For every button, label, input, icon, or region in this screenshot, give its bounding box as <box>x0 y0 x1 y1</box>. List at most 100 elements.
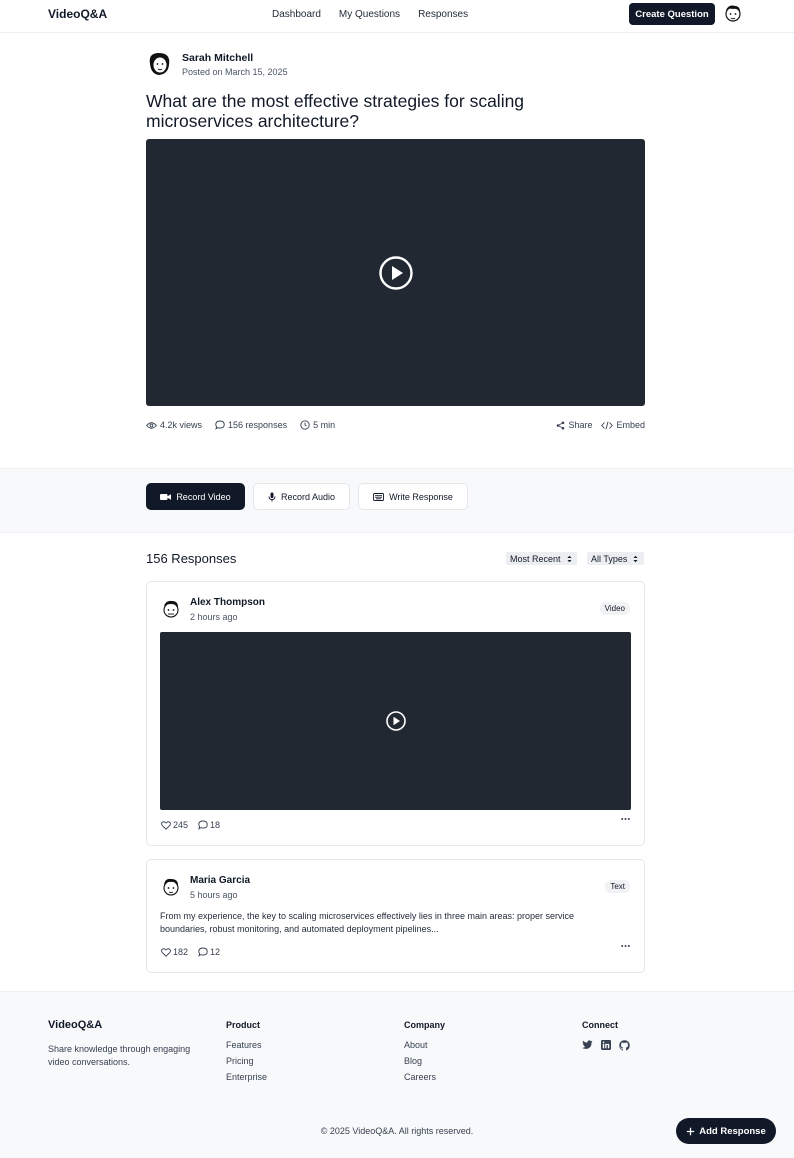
duration-stat: 5 min <box>300 420 335 430</box>
like-count: 245 <box>173 820 189 830</box>
footer-description: Share knowledge through engaging video c… <box>48 1044 191 1067</box>
comment-button[interactable]: 12 <box>198 947 220 957</box>
response-reactions: 182 12 <box>161 947 220 957</box>
record-video-button[interactable]: Record Video <box>146 483 245 510</box>
response-card: Maria Garcia 5 hours ago Text From my ex… <box>146 859 645 973</box>
create-question-button[interactable]: Create Question <box>629 3 715 25</box>
brand-logo[interactable]: VideoQ&A <box>48 7 107 21</box>
video-camera-icon <box>160 493 172 501</box>
responder-avatar[interactable] <box>161 875 181 899</box>
views-count: 4.2k views <box>160 420 203 430</box>
comment-button[interactable]: 18 <box>198 820 220 830</box>
heart-icon <box>161 947 171 957</box>
response-text: From my experience, the key to scaling m… <box>160 911 574 934</box>
sort-value: Most Recent <box>510 553 561 564</box>
footer-link-features[interactable]: Features <box>226 1040 267 1050</box>
responder-name[interactable]: Maria Garcia <box>190 875 250 886</box>
add-response-label: Add Response <box>699 1125 766 1137</box>
question-stats: 4.2k views 156 responses 5 min Share Emb… <box>146 420 645 430</box>
comment-count: 18 <box>210 820 221 830</box>
comment-icon <box>198 820 208 830</box>
response-type-badge: Video <box>599 602 630 615</box>
write-response-label: Write Response <box>389 491 453 502</box>
record-audio-label: Record Audio <box>280 491 336 502</box>
plus-icon <box>686 1127 695 1136</box>
record-video-label: Record Video <box>176 491 231 502</box>
author-avatar[interactable] <box>146 50 173 77</box>
main-nav: Dashboard My Questions Responses <box>272 9 468 20</box>
select-arrows-icon <box>567 555 572 563</box>
responses-heading: 156 Responses <box>146 551 237 566</box>
footer-company-column: Company About Blog Careers <box>404 1020 445 1088</box>
footer-brand[interactable]: VideoQ&A <box>48 1019 102 1031</box>
social-links <box>582 1040 630 1051</box>
footer-company-title: Company <box>404 1020 446 1030</box>
question-video-player[interactable] <box>146 139 645 406</box>
linkedin-icon[interactable] <box>601 1040 611 1051</box>
more-options-icon[interactable] <box>621 944 630 948</box>
share-icon <box>556 421 565 430</box>
responder-avatar[interactable] <box>161 597 181 621</box>
response-type-badge: Text <box>605 880 630 893</box>
type-filter-select[interactable]: All Types <box>587 552 644 565</box>
site-footer: VideoQ&A Share knowledge through engagin… <box>0 991 794 1158</box>
author-name[interactable]: Sarah Mitchell <box>182 52 288 64</box>
responses-stat: 156 responses <box>215 420 287 430</box>
question-title: What are the most effective strategies f… <box>146 91 525 131</box>
share-button[interactable]: Share <box>556 420 592 430</box>
response-card: Alex Thompson 2 hours ago Video 245 18 <box>146 581 645 846</box>
response-reactions: 245 18 <box>161 820 220 830</box>
footer-link-pricing[interactable]: Pricing <box>226 1056 267 1066</box>
keyboard-icon <box>373 492 385 501</box>
play-icon[interactable] <box>385 711 406 732</box>
nav-dashboard[interactable]: Dashboard <box>272 9 321 20</box>
response-time: 2 hours ago <box>190 612 238 622</box>
question-actions: Share Embed <box>556 420 645 430</box>
github-icon[interactable] <box>619 1040 630 1051</box>
response-time: 5 hours ago <box>190 890 238 900</box>
play-icon[interactable] <box>378 255 414 291</box>
write-response-button[interactable]: Write Response <box>358 483 468 510</box>
sort-select[interactable]: Most Recent <box>506 552 577 565</box>
nav-my-questions[interactable]: My Questions <box>339 9 400 20</box>
footer-connect-title: Connect <box>582 1020 618 1030</box>
like-button[interactable]: 245 <box>161 820 188 830</box>
select-arrows-icon <box>633 555 638 563</box>
question-author: Sarah Mitchell Posted on March 15, 2025 <box>146 50 288 77</box>
user-avatar[interactable] <box>723 3 743 25</box>
responses-count: 156 responses <box>228 420 288 430</box>
record-audio-button[interactable]: Record Audio <box>253 483 350 510</box>
embed-label: Embed <box>616 420 645 430</box>
duration-value: 5 min <box>313 420 336 430</box>
footer-link-enterprise[interactable]: Enterprise <box>226 1072 267 1082</box>
microphone-icon <box>268 492 276 502</box>
footer-link-about[interactable]: About <box>404 1040 445 1050</box>
comment-icon <box>215 420 225 430</box>
embed-button[interactable]: Embed <box>601 420 645 430</box>
footer-link-careers[interactable]: Careers <box>404 1072 445 1082</box>
footer-link-blog[interactable]: Blog <box>404 1056 445 1066</box>
footer-product-column: Product Features Pricing Enterprise <box>226 1020 267 1088</box>
copyright-text: © 2025 VideoQ&A. All rights reserved. <box>320 1126 474 1136</box>
top-navigation-bar: VideoQ&A Dashboard My Questions Response… <box>0 0 794 33</box>
comment-count: 12 <box>210 947 221 957</box>
eye-icon <box>146 421 157 430</box>
clock-icon <box>300 420 310 430</box>
response-actions-band: Record Video Record Audio Write Response <box>0 468 794 533</box>
responder-name[interactable]: Alex Thompson <box>190 597 265 608</box>
type-value: All Types <box>591 553 628 564</box>
footer-product-title: Product <box>226 1020 261 1030</box>
like-button[interactable]: 182 <box>161 947 188 957</box>
posted-date: Posted on March 15, 2025 <box>182 67 288 77</box>
add-response-button[interactable]: Add Response <box>676 1118 776 1144</box>
heart-icon <box>161 820 171 830</box>
nav-responses[interactable]: Responses <box>418 9 468 20</box>
more-options-icon[interactable] <box>621 817 630 821</box>
share-label: Share <box>568 420 593 430</box>
twitter-icon[interactable] <box>582 1040 593 1051</box>
comment-icon <box>198 947 208 957</box>
response-video-player[interactable] <box>160 632 631 810</box>
views-stat: 4.2k views <box>146 420 202 430</box>
like-count: 182 <box>173 947 189 957</box>
footer-connect-column: Connect <box>582 1020 630 1051</box>
